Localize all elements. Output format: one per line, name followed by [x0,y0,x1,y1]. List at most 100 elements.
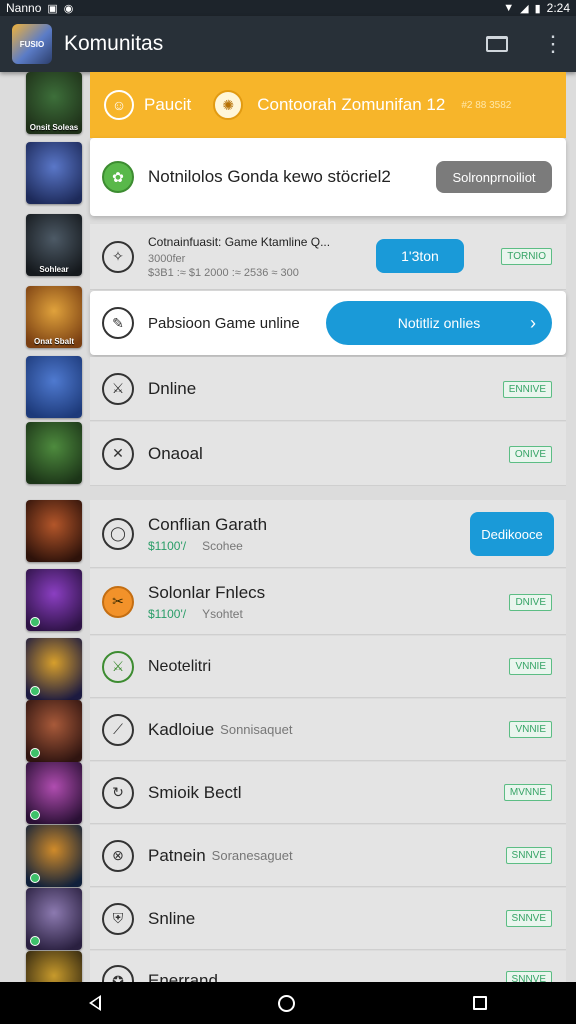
online-badge-icon [30,617,40,627]
community-list[interactable]: Onsit Soleas Sohlear Onat Sbalt ☺ Paucit ✺… [0,72,576,982]
notification-title: Notnilolos Gonda kewo stöcriel2 [148,167,391,186]
blade-icon: ⟋ [102,713,134,746]
list-item-conflan[interactable]: ◯ Conflian Garath $1100'/ Scohee Dedikooc… [90,500,566,568]
emblem-icon: ✪ [102,965,134,982]
app-bar: FUSIO Komunitas ⋮ [0,16,576,72]
list-item-title: Patnein [148,845,206,865]
list-item-title: Smioik Bectl [148,782,242,802]
thumbnail-caption: Onat Sbalt [33,337,74,346]
list-item-game-mode[interactable]: ✧ Cotnainfuasit: Game Ktamline Q... 3000… [90,224,566,290]
leaf-icon: ✿ [102,161,134,193]
loop-icon: ↻ [102,776,134,809]
game-thumbnail[interactable] [26,142,82,204]
price: $1100'/ [148,606,187,621]
wifi-icon: ▼ [503,2,515,14]
banner-meta: #2 88 3582 [461,99,512,111]
list-item-neotelitri[interactable]: ⚔ Neotelitri VNNIE [90,636,566,698]
game-thumbnail[interactable]: Sohlear [26,214,82,276]
game-thumbnail[interactable]: Onat Sbalt [26,286,82,348]
status-badge: SNNVE [505,971,552,982]
list-item-patnein[interactable]: ⊗ Patnein Soranesaguet SNNVE [90,825,566,887]
gallery-icon: ▣ [47,2,58,15]
swords-icon: ⚔ [102,372,134,405]
list-item-onanal[interactable]: ✕ Onaoal ONIVE [90,422,566,486]
status-badge: MVNNE [503,784,552,801]
list-item-title: Dnline [148,378,197,398]
list-item-online[interactable]: ⚔ Dnline ENNIVE [90,357,566,421]
game-thumbnail[interactable] [26,569,82,631]
notify-online-label: Notitliz onlies [397,315,481,331]
notify-online-button[interactable]: Notitliz onlies › [326,301,552,345]
system-nav-bar [0,982,576,1024]
chat-bubble-icon: ☺ [104,90,134,120]
online-badge-icon [30,936,40,946]
list-item-subtitle: Soranesaguet [211,848,293,863]
notification-card[interactable]: ✿ Notnilolos Gonda kewo stöcriel2 Solron… [90,138,566,216]
list-item-title: Pabsioon Game unline [148,314,300,332]
list-item-subtitle: Sonnisaquet [220,722,293,737]
banner-description: Contoorah Zomunifan 12 [257,95,446,114]
clock: 2:24 [546,1,570,15]
sword-icon: ⚔ [102,650,134,683]
online-badge-icon [30,686,40,696]
game-thumbnail[interactable] [26,500,82,562]
status-badge: ONIVE [508,446,552,463]
game-thumbnail[interactable]: Onsit Soleas [26,72,82,134]
list-item-partial[interactable]: ✪ Enerrand SNNVE [90,951,566,982]
status-badge: SNNVE [505,910,552,927]
dedicate-button[interactable]: Dedikooce [470,512,554,556]
join-button[interactable]: 1'3ton [376,239,464,273]
game-thumbnail[interactable] [26,825,82,887]
subscribe-button[interactable]: Solronprnoiliot [436,161,552,193]
status-bar: Nanno ▣ ◉ ▼ ◢ ▮ 2:24 [0,0,576,16]
status-badge: SNNVE [505,847,552,864]
coin-icon: ✺ [213,90,244,120]
status-badge: DNIVE [509,594,552,611]
list-item-subtitle: Scohee [202,538,243,553]
carrier-label: Nanno [6,1,42,15]
home-icon[interactable] [278,994,296,1012]
page-title: Komunitas [64,32,164,55]
target-icon: ⊗ [102,839,134,872]
game-thumbnail[interactable] [26,356,82,418]
game-thumbnail[interactable] [26,888,82,950]
app-logo[interactable]: FUSIO [12,24,52,64]
game-thumbnail[interactable] [26,638,82,700]
online-badge-icon [30,873,40,883]
compass-icon: ✧ [102,240,134,273]
game-thumbnail[interactable] [26,422,82,484]
crossed-tools-icon: ✕ [102,437,134,470]
list-item-passion[interactable]: ✎ Pabsioon Game unline Notitliz onlies › [90,291,566,355]
list-item-snline[interactable]: ⛨ Snline SNNVE [90,888,566,950]
status-badge: TORNIO [501,248,552,265]
status-badge: VNNIE [509,721,552,738]
list-item-title: Neotelitri [148,657,212,675]
list-item-smiloik[interactable]: ↻ Smioik Bectl MVNNE [90,762,566,824]
list-item-title: Kadloiue [148,719,215,739]
thumbnail-caption: Sohlear [39,265,69,274]
game-thumbnail[interactable] [26,762,82,824]
list-item-title: Conflian Garath [148,514,268,534]
chevron-right-icon: › [530,312,536,333]
app-logo-text: FUSIO [19,39,45,49]
banner-title: Paucit [144,95,192,114]
list-item-kadloiue[interactable]: ⟋ Kadloiue Sonnisaquet VNNIE [90,699,566,761]
list-item-title: Onaoal [148,443,203,463]
game-thumbnail[interactable] [26,700,82,762]
signal-icon: ◢ [520,2,529,15]
back-icon[interactable] [88,995,101,1011]
battery-icon: ▮ [534,2,541,15]
list-item-solonlar[interactable]: ✂ Solonlar Fnlecs $1100'/ Ysohtet DNIVE [90,569,566,635]
thumbnail-caption: Onsit Soleas [29,123,79,132]
more-vert-icon[interactable]: ⋮ [542,33,564,55]
cast-icon[interactable] [486,36,508,52]
game-thumbnail[interactable] [26,951,82,982]
price: $1100'/ [148,538,187,553]
recents-icon[interactable] [473,996,488,1010]
status-badge: VNNIE [509,658,552,675]
list-item-subtitle: 3000fer [148,252,186,265]
promo-banner[interactable]: ☺ Paucit ✺ Contoorah Zomunifan 12 #2 88 … [90,72,566,138]
shield-icon: ⛨ [102,902,134,935]
list-item-title: Enerrand [148,971,218,982]
list-item-title: Solonlar Fnlecs [148,582,266,602]
